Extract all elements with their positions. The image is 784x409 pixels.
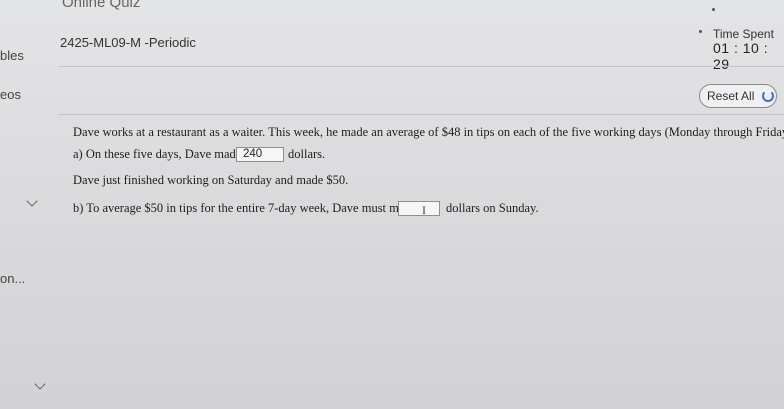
part-b-suffix: dollars on Sunday. xyxy=(446,201,539,215)
reset-all-button[interactable]: Reset All xyxy=(699,84,777,108)
part-b-answer-input[interactable] xyxy=(398,201,440,216)
text-cursor-icon: I xyxy=(422,203,426,217)
question-intro: Dave works at a restaurant as a waiter. … xyxy=(73,125,784,139)
question-middle-text: Dave just finished working on Saturday a… xyxy=(73,173,349,187)
decorative-dot xyxy=(712,8,715,11)
toolbar-divider xyxy=(58,114,784,115)
header-bar: Online Quiz 2425-ML09-M -Periodic Time S… xyxy=(0,0,784,72)
chevron-down-icon[interactable] xyxy=(26,195,38,207)
app-title: Online Quiz xyxy=(62,0,141,11)
time-spent-label: Time Spent xyxy=(713,27,774,41)
part-a-suffix: dollars. xyxy=(288,147,326,161)
part-a-prefix: a) On these five days, Dave made xyxy=(73,147,242,161)
sidebar-item-tables[interactable]: bles xyxy=(0,48,24,63)
sidebar-item-more[interactable]: on... xyxy=(0,271,25,286)
refresh-icon xyxy=(762,90,775,102)
header-divider xyxy=(58,66,784,67)
sidebar-item-videos[interactable]: eos xyxy=(0,87,21,102)
course-title: 2425-ML09-M -Periodic xyxy=(60,35,196,50)
part-b-prefix: b) To average $50 in tips for the entire… xyxy=(73,201,417,215)
time-spent-value: 01 : 10 : 29 xyxy=(713,40,769,72)
reset-all-label: Reset All xyxy=(707,89,755,103)
decorative-dot xyxy=(699,30,702,33)
chevron-down-icon[interactable] xyxy=(34,378,46,390)
part-a-answer-input[interactable]: 240 xyxy=(236,147,284,162)
